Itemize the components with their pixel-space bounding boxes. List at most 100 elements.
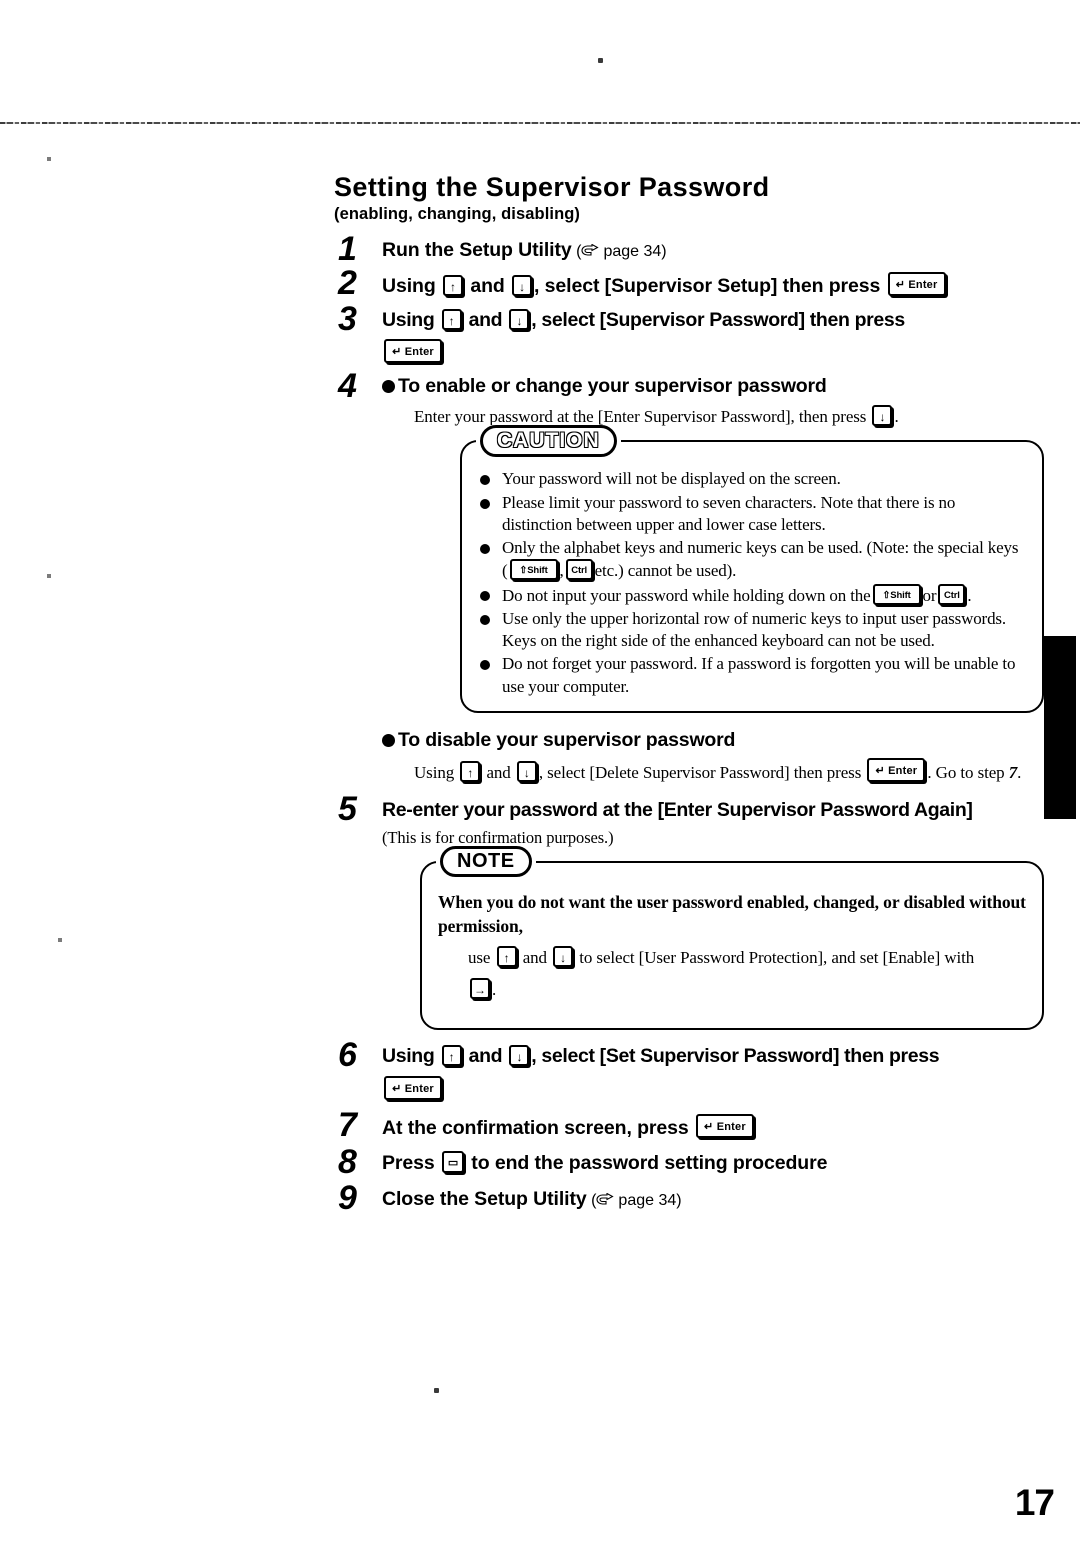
scan-artifact-line: [0, 122, 1080, 124]
note-select-label: to select [User Password Protection], an…: [579, 948, 975, 968]
up-arrow-key-icon: ↑: [460, 760, 481, 782]
step-7-text: At the confirmation screen, press ↵ Ente…: [382, 1113, 1044, 1142]
step-5-text: Re-enter your password at the [Enter Sup…: [382, 799, 973, 822]
step-2: 2 Using ↑ and ↓, select [Supervisor Setu…: [334, 266, 1044, 300]
pointing-hand-icon: [596, 1193, 615, 1205]
step-2-number: 2: [338, 263, 357, 302]
caution-item: Please limit your password to seven char…: [478, 492, 1026, 537]
caution-item: Use only the upper horizontal row of num…: [478, 608, 1026, 653]
caution-item-period: .: [967, 585, 972, 605]
registration-mark: [58, 938, 62, 942]
registration-mark: [47, 574, 51, 578]
step-3-using-label: Using: [382, 308, 435, 331]
caution-item: Do not input your password while holding…: [478, 583, 1026, 607]
disable-and-label: and: [486, 762, 511, 782]
down-arrow-key-icon: ↓: [516, 760, 537, 782]
step-3: 3 Using ↑ and ↓, select [Supervisor Pass…: [334, 302, 1044, 367]
down-arrow-key-icon: ↓: [509, 1045, 530, 1067]
step-3-text: Using ↑ and ↓, select [Supervisor Passwo…: [382, 308, 1044, 367]
disable-select-label: , select [Delete Supervisor Password] th…: [538, 762, 862, 782]
step-6-text: Using ↑ and ↓, select [Set Supervisor Pa…: [382, 1044, 1044, 1103]
step-9-text: Close the Setup Utility (page 34): [382, 1187, 1044, 1213]
step-8: 8 Press ▭ to end the password setting pr…: [334, 1145, 1044, 1179]
step-7-number: 7: [338, 1105, 357, 1144]
step-9-label: Close the Setup Utility: [382, 1188, 587, 1211]
page-reference[interactable]: page 34: [618, 1192, 676, 1209]
up-arrow-key-icon: ↑: [443, 274, 463, 296]
down-arrow-key-icon: ↓: [553, 946, 574, 968]
filled-bullet-icon: [382, 380, 395, 394]
space-key-icon: ▭: [441, 1151, 464, 1174]
step-4-body-period: .: [894, 407, 899, 427]
step-6: 6 Using ↑ and ↓, select [Set Supervisor …: [334, 1038, 1044, 1103]
note-callout: NOTE When you do not want the user passw…: [420, 846, 1044, 1031]
step-8-text: Press ▭ to end the password setting proc…: [382, 1151, 1044, 1177]
manual-page: Setting the Supervisor Password (enablin…: [0, 0, 1080, 1562]
note-badge: NOTE: [436, 846, 536, 878]
note-body: use ↑ and ↓ to select [User Password Pro…: [468, 945, 1026, 1002]
caution-item: Your password will not be displayed on t…: [478, 468, 1026, 490]
down-arrow-key-icon: ↓: [509, 308, 530, 330]
shift-key-icon: ⇧Shift: [509, 559, 558, 581]
shift-key-icon: ⇧Shift: [872, 583, 921, 605]
paren-close: ): [676, 1192, 682, 1210]
registration-mark: [47, 157, 51, 161]
ctrl-key-icon: Ctrl: [565, 559, 593, 581]
caution-callout: CAUTION Your password will not be displa…: [460, 425, 1044, 713]
page-content: Setting the Supervisor Password (enablin…: [334, 172, 1044, 1221]
note-use-label: use: [468, 948, 491, 968]
step-1-label: Run the Setup Utility: [382, 239, 572, 262]
step-9-number: 9: [338, 1179, 357, 1218]
step-9: 9 Close the Setup Utility (page 34): [334, 1181, 1044, 1215]
disable-heading: To disable your supervisor password: [382, 729, 1044, 752]
disable-goto-label: . Go to step: [927, 762, 1005, 782]
step-4-body-label: Enter your password at the [Enter Superv…: [414, 407, 867, 427]
caution-list: Your password will not be displayed on t…: [478, 468, 1026, 698]
enter-key-icon: ↵ Enter: [384, 1075, 442, 1100]
step-6-number: 6: [338, 1036, 357, 1075]
step-8-press-label: Press: [382, 1152, 435, 1175]
disable-using-label: Using: [414, 762, 455, 782]
page-number: 17: [1014, 1482, 1055, 1523]
ctrl-key-icon: Ctrl: [938, 583, 966, 605]
enter-key-icon: ↵ Enter: [887, 271, 946, 296]
enter-arrow-key-icon: ↓: [872, 405, 893, 427]
disable-heading-label: To disable your supervisor password: [398, 728, 736, 751]
step-6-and-label: and: [468, 1045, 503, 1068]
disable-step-ref: 7: [1008, 762, 1018, 782]
step-2-using-label: Using: [382, 274, 436, 297]
registration-mark: [598, 58, 603, 63]
step-3-number: 3: [338, 299, 357, 338]
caution-item-text: Do not input your password while holding…: [502, 585, 871, 605]
up-arrow-key-icon: ↑: [496, 946, 517, 968]
step-7-label: At the confirmation screen, press: [382, 1116, 689, 1139]
caution-item-or: or: [922, 585, 937, 605]
note-bold-text: When you do not want the user password e…: [438, 892, 1026, 936]
caution-item: Do not forget your password. If a passwo…: [478, 653, 1026, 698]
note-badge-label: NOTE: [457, 850, 515, 873]
enter-key-icon: ↵ Enter: [867, 757, 926, 782]
right-arrow-key-icon: →: [470, 977, 490, 999]
pointing-hand-icon: [581, 244, 600, 256]
registration-mark: [434, 1388, 439, 1393]
note-period: .: [492, 979, 497, 999]
step-2-text: Using ↑ and ↓, select [Supervisor Setup]…: [382, 271, 1044, 300]
enter-key-icon: ↵ Enter: [384, 339, 442, 364]
page-title: Setting the Supervisor Password: [334, 172, 770, 202]
paren-close: ): [661, 243, 667, 261]
down-arrow-key-icon: ↓: [512, 274, 533, 296]
caution-badge: CAUTION: [476, 425, 621, 458]
page-reference[interactable]: page 34: [603, 243, 661, 260]
step-8-number: 8: [338, 1143, 357, 1182]
step-3-and-label: and: [468, 308, 503, 331]
step-8-end-label: to end the password setting procedure: [471, 1152, 828, 1175]
note-and-label: and: [522, 948, 547, 968]
caution-item: Only the alphabet keys and numeric keys …: [478, 537, 1026, 583]
step-1-number: 1: [338, 230, 357, 269]
step-7: 7 At the confirmation screen, press ↵ En…: [334, 1108, 1044, 1142]
disable-period: .: [1017, 762, 1022, 782]
enter-key-icon: ↵ Enter: [695, 1113, 754, 1138]
caution-badge-label: CAUTION: [496, 429, 600, 453]
step-2-select-label: , select [Supervisor Setup] then press: [534, 274, 881, 297]
step-6-select-label: , select [Set Supervisor Password] then …: [531, 1045, 940, 1068]
